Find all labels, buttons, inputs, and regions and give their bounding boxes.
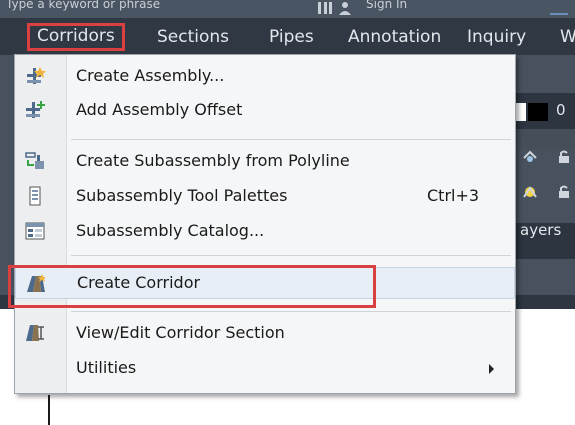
menu-separator [71,255,511,256]
menu-pipes[interactable]: Pipes [269,25,314,49]
menu-item-label: Create Subassembly from Polyline [76,151,350,170]
catalog-icon [25,222,45,240]
color-swatch-white[interactable] [516,103,526,121]
layers-panel-label[interactable]: ayers [520,221,561,239]
view-edit-corridor-icon [26,325,44,341]
add-assembly-offset-icon [26,101,45,118]
menu-item-create-assembly[interactable]: Create Assembly... [15,60,515,92]
layer-unlock-icon[interactable] [556,185,572,199]
user-icon[interactable] [338,1,360,15]
menu-item-label: Add Assembly Offset [76,100,243,119]
ribbon-value: 0 [556,101,566,119]
layer-freeze-icon[interactable] [522,150,538,164]
layer-on-icon[interactable] [522,185,538,199]
menu-item-label: Create Corridor [77,273,201,292]
layer-lock-icon[interactable] [556,150,572,164]
subassembly-polyline-icon [25,152,44,169]
menu-bar: Corridors Sections Pipes Annotation Inqu… [0,18,575,55]
menu-annotation[interactable]: Annotation [348,25,441,49]
tool-palettes-icon [29,186,41,206]
menu-item-subassembly-tool-palettes[interactable]: Subassembly Tool Palettes Ctrl+3 [15,180,515,212]
menu-item-utilities[interactable]: Utilities [15,352,515,384]
menu-corridors[interactable]: Corridors [27,23,125,51]
menu-item-subassembly-catalog[interactable]: Subassembly Catalog... [15,215,515,247]
search-placeholder-text[interactable]: Type a keyword or phrase [6,0,160,11]
menu-separator [71,311,511,312]
title-bar: Type a keyword or phrase Sign In [0,0,575,18]
help-icon[interactable] [550,3,568,15]
menu-item-shortcut: Ctrl+3 [427,186,480,205]
menu-item-label: View/Edit Corridor Section [76,323,285,342]
sign-in-link[interactable]: Sign In [366,0,407,11]
menu-item-view-edit-corridor-section[interactable]: View/Edit Corridor Section [15,317,515,349]
ribbon-row [510,129,575,149]
menu-item-create-corridor[interactable]: Create Corridor [8,265,515,308]
grid-icon[interactable] [318,2,332,14]
create-corridor-icon [27,274,46,292]
menu-item-label: Subassembly Tool Palettes [76,186,288,205]
menu-item-create-subassembly-from-polyline[interactable]: Create Subassembly from Polyline [15,145,515,177]
menu-item-label: Create Assembly... [76,66,225,85]
menu-separator [71,139,511,140]
callout-line [48,395,50,425]
menu-item-add-assembly-offset[interactable]: Add Assembly Offset [15,94,515,126]
color-swatch-black[interactable] [528,103,548,121]
menu-w[interactable]: W [560,25,575,49]
menu-item-label: Subassembly Catalog... [76,221,265,240]
menu-item-label: Utilities [76,358,137,377]
menu-sections[interactable]: Sections [157,25,229,49]
menu-inquiry[interactable]: Inquiry [467,25,526,49]
create-assembly-icon [27,67,46,84]
corridors-dropdown-menu: Create Assembly... Add Assembly Offset C… [8,54,516,394]
submenu-arrow-icon [489,364,494,374]
